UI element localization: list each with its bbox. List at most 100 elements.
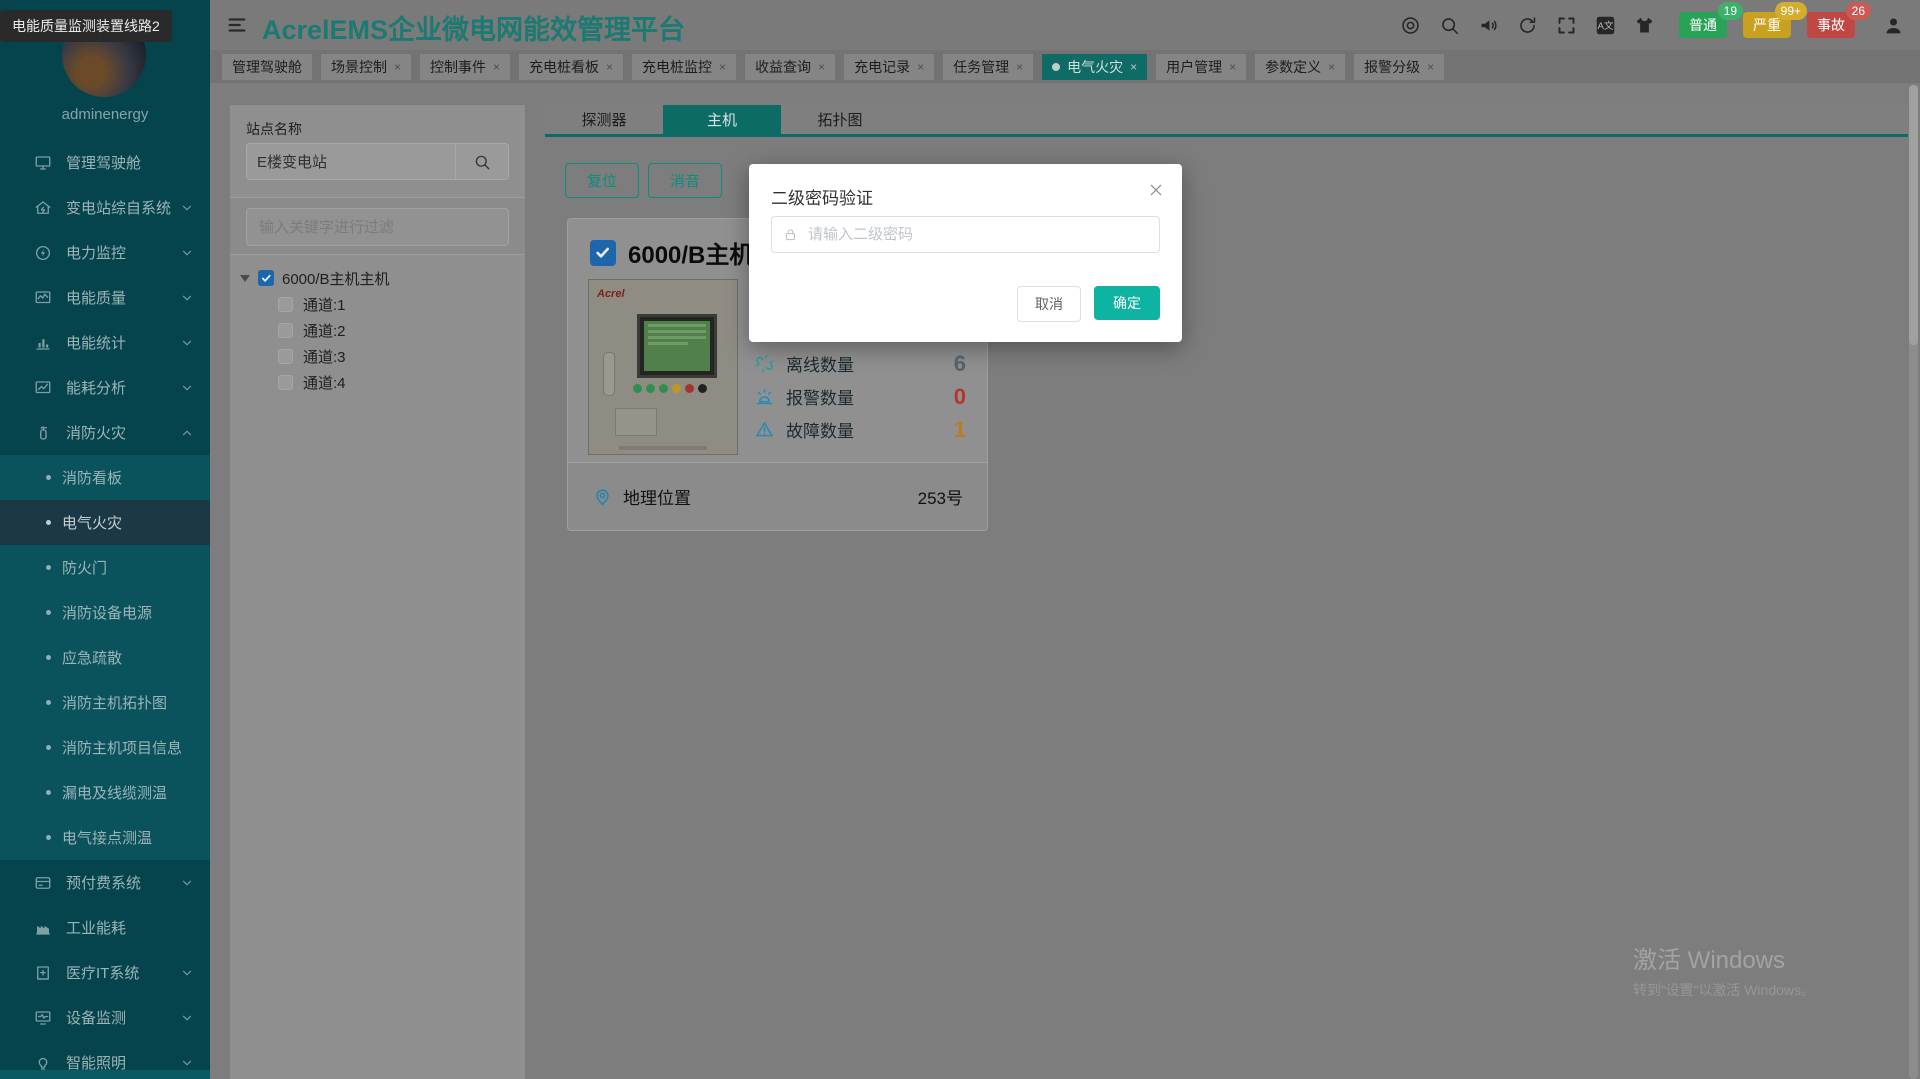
tab-close-icon[interactable]: × <box>719 60 726 74</box>
confirm-button[interactable]: 确定 <box>1094 286 1160 320</box>
card-checkbox[interactable] <box>590 240 616 266</box>
content-tab-主机[interactable]: 主机 <box>663 105 781 134</box>
tree-child-label: 通道:1 <box>303 294 346 315</box>
window-tab-参数定义[interactable]: 参数定义× <box>1255 54 1345 80</box>
tree-child-通道:1[interactable]: 通道:1 <box>238 291 518 317</box>
tree-child-checkbox[interactable] <box>278 349 293 364</box>
stat-label: 离线数量 <box>786 351 854 376</box>
tab-close-icon[interactable]: × <box>493 60 500 74</box>
tree-filter-band <box>230 197 525 255</box>
tree-child-通道:2[interactable]: 通道:2 <box>238 317 518 343</box>
window-tab-任务管理[interactable]: 任务管理 × <box>943 54 1033 80</box>
tree-root-checkbox[interactable] <box>258 270 274 286</box>
content-tab-拓扑图[interactable]: 拓扑图 <box>781 105 899 134</box>
stat-row-报警数量: 报警数量0 <box>754 380 966 413</box>
tab-close-icon[interactable]: × <box>606 60 613 74</box>
sidebar-item-变电站综自系统[interactable]: 变电站综自系统 <box>0 185 210 230</box>
tab-close-icon[interactable]: × <box>917 60 924 74</box>
content-tab-探测器[interactable]: 探测器 <box>545 105 663 134</box>
sidebar-item-预付费系统[interactable]: 预付费系统 <box>0 860 210 905</box>
station-search-input[interactable] <box>247 144 455 179</box>
window-tab-收益查询[interactable]: 收益查询× <box>745 54 835 80</box>
tree-child-通道:3[interactable]: 通道:3 <box>238 343 518 369</box>
reset-button[interactable]: 复位 <box>565 163 639 198</box>
brand-logo: Acrel <box>597 288 625 300</box>
sidebar-subitem-应急疏散[interactable]: 应急疏散 <box>0 635 210 680</box>
window-tab-报警分级[interactable]: 报警分级× <box>1354 54 1444 80</box>
window-tab-label: 任务管理 <box>953 57 1009 77</box>
window-tab-充电桩看板[interactable]: 充电桩看板× <box>519 54 623 80</box>
chevron-down-icon <box>180 246 194 260</box>
sidebar-item-电能质量[interactable]: 电能质量 <box>0 275 210 320</box>
translate-icon[interactable]: A文 <box>1595 15 1616 36</box>
sidebar-subitem-label: 电气接点测温 <box>62 827 152 848</box>
tab-close-icon[interactable]: × <box>394 60 401 74</box>
sidebar-subitem-电气接点测温[interactable]: 电气接点测温 <box>0 815 210 860</box>
window-tab-控制事件[interactable]: 控制事件× <box>420 54 510 80</box>
quality-icon <box>34 289 52 307</box>
scrollbar-thumb[interactable] <box>1909 85 1918 345</box>
tree-root-label[interactable]: 6000/B主机主机 <box>282 268 390 289</box>
fullscreen-icon[interactable] <box>1556 15 1577 36</box>
alarm-badge-事故[interactable]: 事故26 <box>1807 12 1855 38</box>
sidebar-subitem-消防设备电源[interactable]: 消防设备电源 <box>0 590 210 635</box>
page-scrollbar[interactable] <box>1909 85 1918 1079</box>
device-printer <box>615 408 657 436</box>
sidebar-item-能耗分析[interactable]: 能耗分析 <box>0 365 210 410</box>
sidebar-item-消防火灾[interactable]: 消防火灾 <box>0 410 210 455</box>
sidebar-subitem-消防看板[interactable]: 消防看板 <box>0 455 210 500</box>
sidebar-item-工业能耗[interactable]: 工业能耗 <box>0 905 210 950</box>
tab-close-icon[interactable]: × <box>1427 60 1434 74</box>
sidebar-subitem-消防主机项目信息[interactable]: 消防主机项目信息 <box>0 725 210 770</box>
cancel-button[interactable]: 取消 <box>1017 286 1081 322</box>
tree-filter-input[interactable] <box>246 208 509 246</box>
sound-icon[interactable] <box>1478 15 1499 36</box>
sidebar-item-管理驾驶舱[interactable]: 管理驾驶舱 <box>0 140 210 185</box>
window-tab-充电桩监控[interactable]: 充电桩监控× <box>632 54 736 80</box>
close-icon[interactable] <box>1148 182 1164 198</box>
sidebar-item-label: 工业能耗 <box>66 917 126 938</box>
sidebar-subitem-防火门[interactable]: 防火门 <box>0 545 210 590</box>
sidebar-item-电力监控[interactable]: 电力监控 <box>0 230 210 275</box>
user-icon[interactable] <box>1883 15 1904 36</box>
tree-child-checkbox[interactable] <box>278 297 293 312</box>
sidebar-subitem-电气火灾[interactable]: 电气火灾 <box>0 500 210 545</box>
badge-count: 26 <box>1846 2 1871 20</box>
window-tab-用户管理[interactable]: 用户管理× <box>1156 54 1246 80</box>
tree-child-checkbox[interactable] <box>278 323 293 338</box>
mute-button[interactable]: 消音 <box>648 163 722 198</box>
search-icon[interactable] <box>1439 15 1460 36</box>
tree-child-checkbox[interactable] <box>278 375 293 390</box>
sidebar-item-电能统计[interactable]: 电能统计 <box>0 320 210 365</box>
tab-close-icon[interactable]: × <box>1130 60 1137 74</box>
tab-close-icon[interactable]: × <box>818 60 825 74</box>
sidebar-item-设备监测[interactable]: 设备监测 <box>0 995 210 1040</box>
window-tab-电气火灾[interactable]: 电气火灾× <box>1042 54 1147 80</box>
tab-close-icon[interactable]: × <box>1016 60 1023 74</box>
window-tab-管理驾驶舱[interactable]: 管理驾驶舱 <box>222 54 312 80</box>
stat-label: 故障数量 <box>786 417 854 442</box>
tab-close-icon[interactable]: × <box>1328 60 1335 74</box>
station-panel: 站点名称 6000/B主机主机 通道:1通道:2通道:3通道:4 <box>230 105 525 1079</box>
tree-root-row[interactable]: 6000/B主机主机 <box>238 265 518 291</box>
tree-child-通道:4[interactable]: 通道:4 <box>238 369 518 395</box>
alarm-badge-严重[interactable]: 严重99+ <box>1743 12 1791 38</box>
refresh-icon[interactable] <box>1517 15 1538 36</box>
window-tab-场景控制[interactable]: 场景控制 × <box>321 54 411 80</box>
menu-collapse-icon[interactable] <box>226 14 248 36</box>
window-tab-label: 场景控制 <box>331 57 387 77</box>
tab-close-icon[interactable]: × <box>1229 60 1236 74</box>
aim-icon[interactable] <box>1400 15 1421 36</box>
windows-watermark: 激活 Windows 转到“设置”以激活 Windows。 <box>1633 940 1815 1000</box>
station-search-button[interactable] <box>455 144 508 179</box>
tree-caret-icon[interactable] <box>240 275 250 282</box>
sidebar-item-医疗IT系统[interactable]: 医疗IT系统 <box>0 950 210 995</box>
sidebar-item-label: 电力监控 <box>66 242 126 263</box>
theme-icon[interactable] <box>1634 15 1655 36</box>
sidebar-subitem-漏电及线缆测温[interactable]: 漏电及线缆测温 <box>0 770 210 815</box>
sidebar-item-label: 电能统计 <box>66 332 126 353</box>
sidebar-subitem-消防主机拓扑图[interactable]: 消防主机拓扑图 <box>0 680 210 725</box>
window-tab-充电记录[interactable]: 充电记录× <box>844 54 934 80</box>
alarm-badge-普通[interactable]: 普通19 <box>1679 12 1727 38</box>
password-input[interactable] <box>806 225 1159 244</box>
